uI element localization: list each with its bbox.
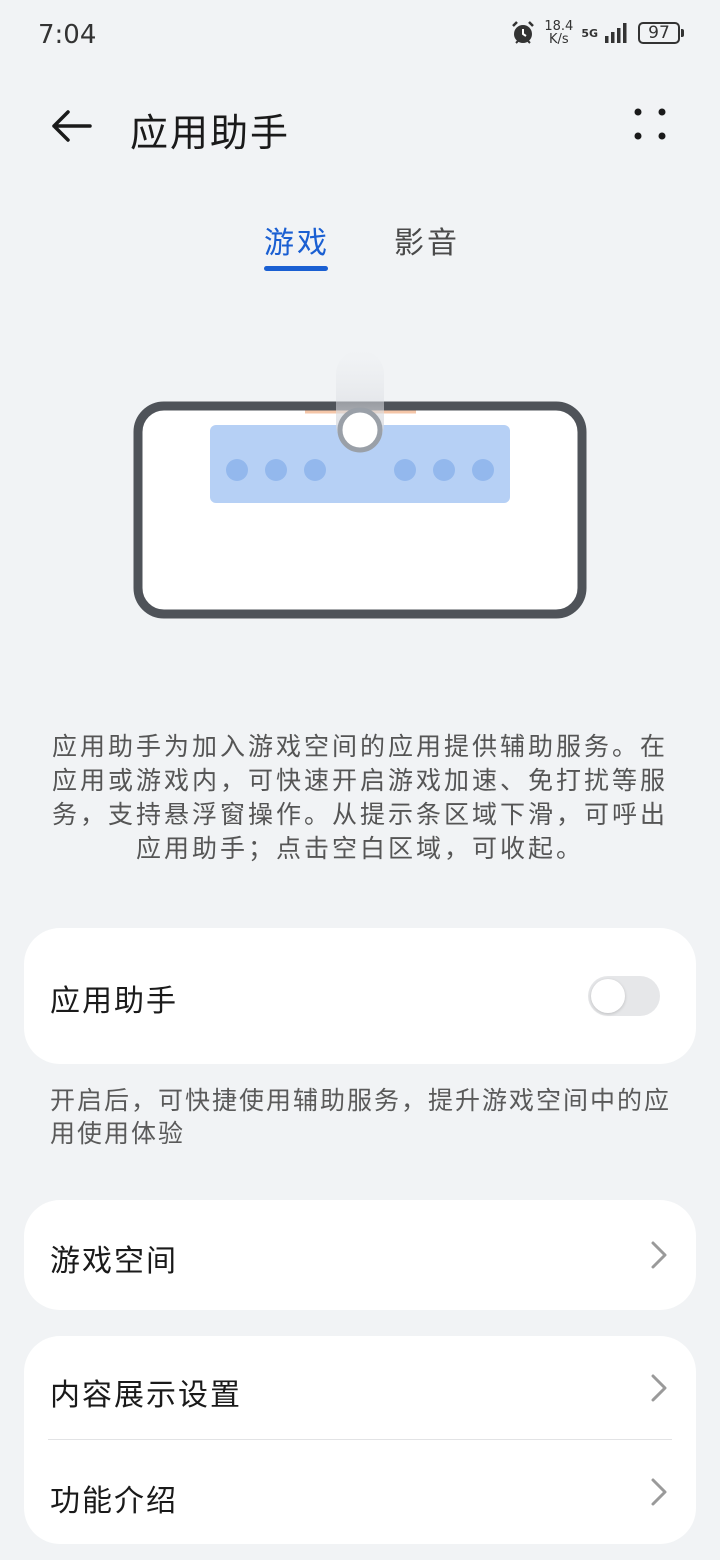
tab-game[interactable]: 游戏 [264,218,330,262]
list-item-label: 游戏空间 [50,1244,178,1279]
signal-icon [605,23,627,43]
list-item-feature-intro[interactable]: 功能介绍 [24,1440,696,1544]
tab-media[interactable]: 影音 [394,218,460,262]
assistant-hint: 开启后，可快捷使用辅助服务，提升游戏空间中的应用使用体验 [50,1086,672,1148]
network-speed: 18.4 K/s [544,20,573,46]
status-icons: 18.4 K/s 5G 97 [510,20,684,46]
more-dots-icon [634,108,666,140]
more-button[interactable] [632,106,672,146]
chevron-right-icon [651,1374,667,1402]
speed-unit: K/s [548,32,569,47]
tab-bar: 游戏 影音 [0,218,720,278]
tab-active-indicator [264,266,328,271]
chevron-right-icon [651,1241,667,1269]
settings-list-card: 内容展示设置 功能介绍 [24,1336,696,1544]
title-bar: 应用助手 [0,88,720,164]
status-bar: 7:04 18.4 K/s 5G 97 [0,0,720,72]
chevron-right-icon [651,1478,667,1506]
assistant-toggle-card: 应用助手 [24,928,696,1064]
list-item-content-display[interactable]: 内容展示设置 [24,1336,696,1440]
page-title: 应用助手 [130,111,291,155]
assistant-illustration [133,350,587,619]
list-item-game-space[interactable]: 游戏空间 [24,1200,696,1310]
arrow-left-icon [52,110,92,142]
assistant-toggle[interactable] [588,976,660,1016]
alarm-icon [512,21,535,44]
toggle-knob [591,979,625,1013]
list-item-label: 内容展示设置 [50,1378,242,1413]
status-time: 7:04 [38,20,97,50]
feature-description: 应用助手为加入游戏空间的应用提供辅助服务。在应用或游戏内，可快速开启游戏加速、免… [51,732,668,863]
assistant-label: 应用助手 [50,984,178,1019]
back-button[interactable] [46,102,98,150]
list-item-label: 功能介绍 [50,1484,178,1519]
network-type: 5G [581,26,598,40]
battery-level: 97 [648,23,670,43]
battery-icon: 97 [638,22,684,44]
